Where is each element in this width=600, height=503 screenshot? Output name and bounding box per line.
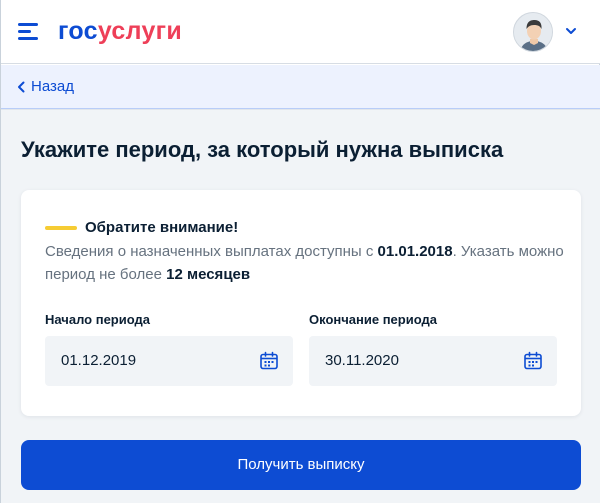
calendar-icon[interactable] [259,351,279,371]
end-date-field[interactable]: 30.11.2020 [309,336,557,386]
logo-part-uslugi: услуги [97,17,183,45]
end-date-value: 30.11.2020 [325,352,399,369]
chevron-left-icon [18,81,25,93]
avatar-person-icon [514,13,552,51]
period-form-card: Обратите внимание! Сведения о назначенны… [21,190,581,416]
notice-accent-bar [45,226,77,230]
notice-title: Обратите внимание! [85,219,239,236]
back-label: Назад [31,78,74,95]
page-title: Укажите период, за который нужна выписка [21,137,504,162]
start-date-field[interactable]: 01.12.2019 [45,336,293,386]
notice-text: Сведения о назначенных выплатах доступны… [45,240,565,286]
notice-max-period: 12 месяцев [166,266,251,283]
notice-text-part: Сведения о назначенных выплатах доступны… [45,243,378,260]
burger-menu-icon[interactable] [18,21,40,41]
site-header: госуслуги [1,0,600,64]
chevron-down-icon[interactable] [564,24,578,38]
page-frame: госуслуги Назад Укажите период, за котор… [0,0,600,503]
get-statement-button[interactable]: Получить выписку [21,440,581,490]
back-link[interactable]: Назад [17,78,74,96]
back-navigation-bar: Назад [1,65,600,109]
calendar-icon[interactable] [523,351,543,371]
notice-available-date: 01.01.2018 [377,243,453,260]
logo-part-gos: гос [58,17,98,45]
main-content: Укажите период, за который нужна выписка… [1,109,600,503]
user-avatar[interactable] [513,12,553,52]
end-date-label: Окончание периода [309,312,437,327]
start-date-value: 01.12.2019 [61,352,137,369]
start-date-label: Начало периода [45,312,150,327]
gosuslugi-logo[interactable]: госуслуги [58,17,182,45]
